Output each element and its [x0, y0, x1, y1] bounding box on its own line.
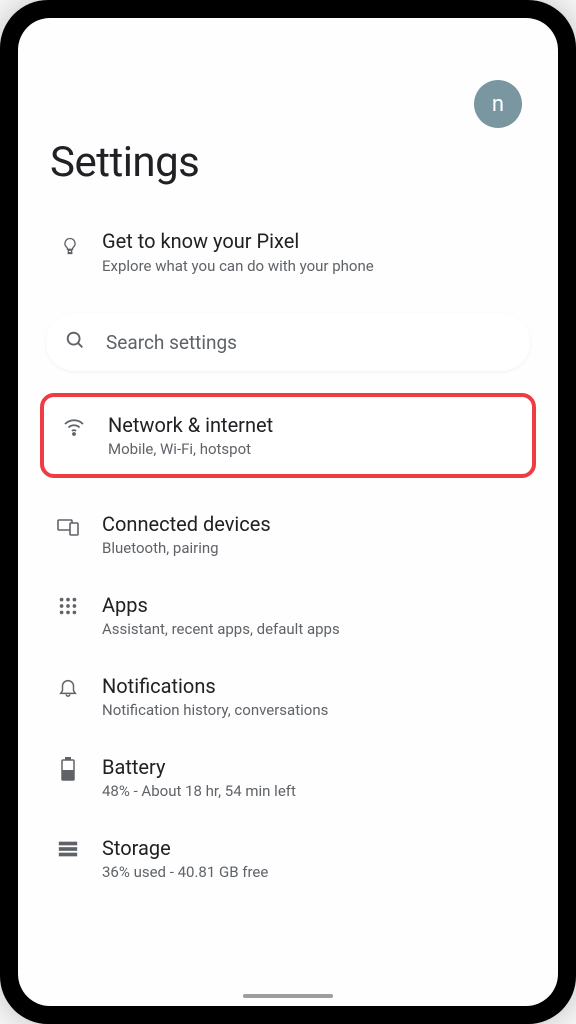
screen: n Settings Get to know your Pixel Explor… [18, 18, 558, 1006]
header: n [46, 68, 530, 128]
settings-item-battery[interactable]: Battery 48% - About 18 hr, 54 min left [46, 737, 530, 818]
search-icon [64, 329, 86, 355]
phone-frame: n Settings Get to know your Pixel Explor… [0, 0, 576, 1024]
avatar[interactable]: n [474, 80, 522, 128]
item-title: Apps [102, 593, 340, 617]
tip-card[interactable]: Get to know your Pixel Explore what you … [46, 223, 530, 295]
item-subtitle: 36% used - 40.81 GB free [102, 863, 268, 881]
item-title: Network & internet [108, 413, 273, 437]
lightbulb-icon [60, 233, 80, 263]
storage-icon [56, 838, 80, 860]
home-indicator[interactable] [243, 994, 333, 998]
item-subtitle: Mobile, Wi-Fi, hotspot [108, 440, 273, 458]
item-title: Storage [102, 836, 268, 860]
item-subtitle: Bluetooth, pairing [102, 539, 271, 557]
item-title: Battery [102, 755, 296, 779]
devices-icon [56, 514, 80, 538]
search-input[interactable]: Search settings [46, 313, 530, 371]
item-subtitle: Notification history, conversations [102, 701, 328, 719]
page-title: Settings [50, 138, 530, 187]
item-title: Connected devices [102, 512, 271, 536]
settings-item-network[interactable]: Network & internet Mobile, Wi-Fi, hotspo… [58, 409, 518, 462]
item-title: Notifications [102, 674, 328, 698]
apps-icon [56, 595, 80, 617]
item-subtitle: Assistant, recent apps, default apps [102, 620, 340, 638]
battery-icon [56, 757, 80, 781]
bell-icon [56, 676, 80, 698]
search-placeholder: Search settings [106, 331, 237, 354]
settings-item-connected-devices[interactable]: Connected devices Bluetooth, pairing [46, 494, 530, 575]
highlighted-item: Network & internet Mobile, Wi-Fi, hotspo… [40, 393, 536, 478]
settings-item-storage[interactable]: Storage 36% used - 40.81 GB free [46, 818, 530, 899]
settings-item-notifications[interactable]: Notifications Notification history, conv… [46, 656, 530, 737]
item-subtitle: 48% - About 18 hr, 54 min left [102, 782, 296, 800]
settings-item-apps[interactable]: Apps Assistant, recent apps, default app… [46, 575, 530, 656]
wifi-icon [62, 415, 86, 439]
tip-subtitle: Explore what you can do with your phone [102, 257, 374, 275]
tip-title: Get to know your Pixel [102, 229, 374, 253]
